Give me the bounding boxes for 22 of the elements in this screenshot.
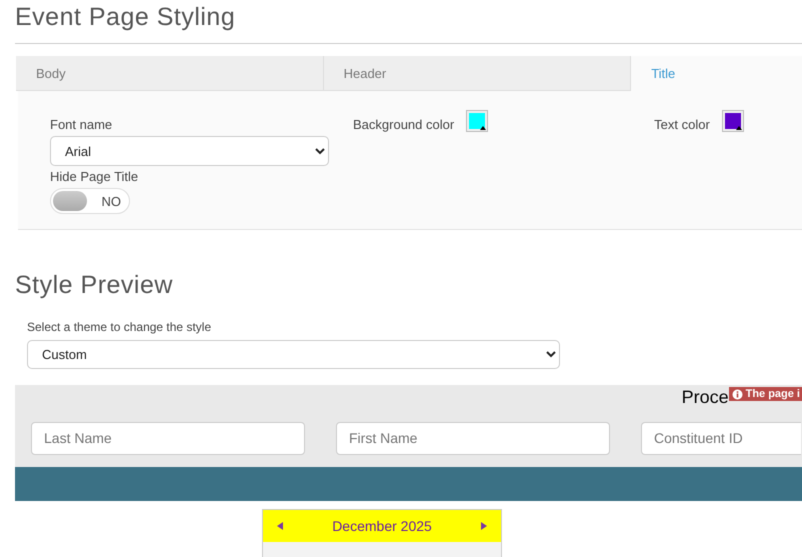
font-select[interactable]: Arial — [50, 136, 329, 166]
section-title: Style Preview — [15, 270, 173, 300]
color-picker[interactable] — [722, 110, 744, 132]
input-field[interactable]: First Name — [336, 422, 610, 455]
next-icon[interactable] — [481, 522, 487, 530]
color-picker[interactable] — [466, 110, 488, 132]
tab[interactable]: Body — [16, 56, 324, 91]
theme-select[interactable]: Custom — [27, 340, 560, 369]
toggle-switch[interactable]: NO — [50, 188, 130, 214]
field-label: Background color — [353, 117, 454, 132]
prev-icon[interactable] — [277, 522, 283, 530]
field-label: Font name — [50, 117, 112, 132]
field-label: Hide Page Title — [50, 169, 138, 184]
page-title: Event Page Styling — [15, 2, 236, 32]
field-label: Select a theme to change the style — [27, 320, 212, 335]
input-field[interactable]: Last Name — [31, 422, 305, 455]
field-label: Text color — [654, 117, 710, 132]
month-title: December 2025 — [332, 518, 432, 534]
alert-text: The page i — [746, 388, 800, 400]
processing-text: Proce — [682, 386, 729, 408]
input-field[interactable]: Constituent ID — [641, 422, 801, 455]
tab[interactable]: Header — [324, 56, 632, 91]
